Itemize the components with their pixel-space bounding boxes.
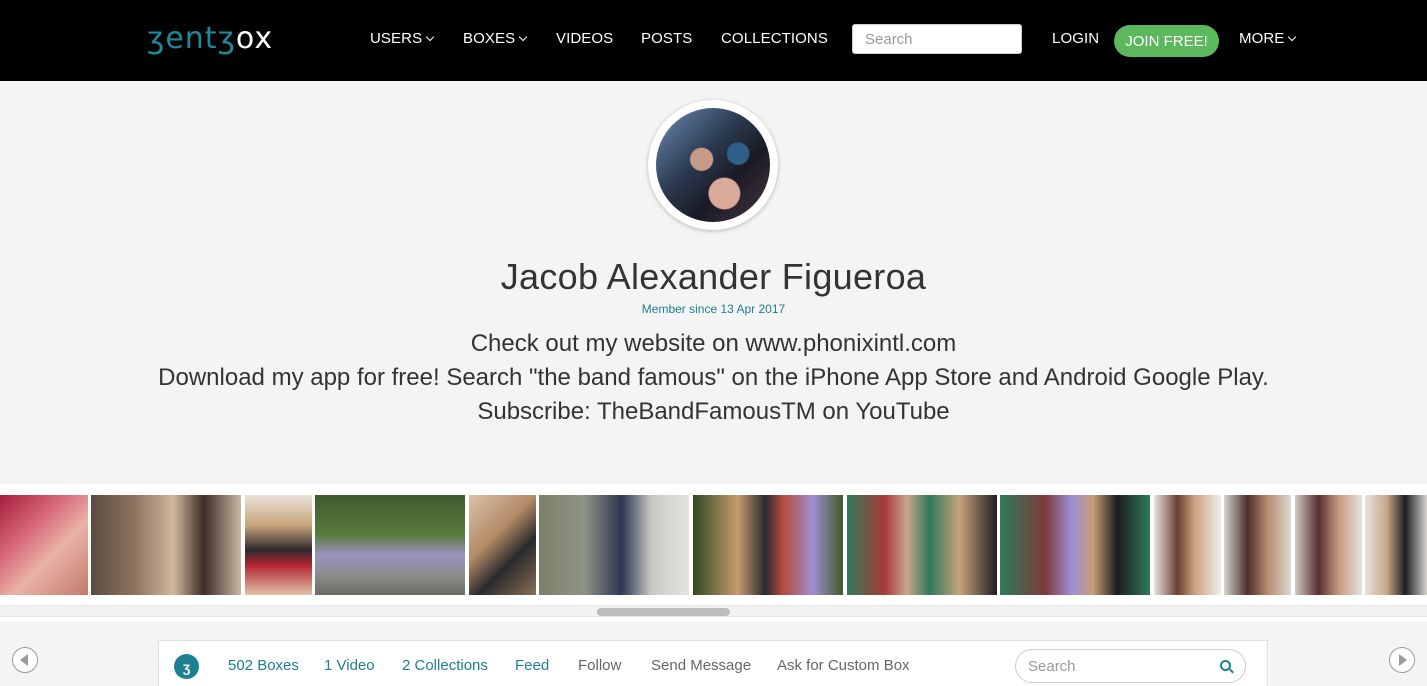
site-logo[interactable]: ʒentʒox <box>147 21 273 56</box>
arrow-left-glyph <box>20 654 28 666</box>
box-thumbnail[interactable] <box>693 495 843 595</box>
nav-boxes[interactable]: BOXES <box>463 30 528 47</box>
nav-posts-label: POSTS <box>641 30 693 47</box>
box-thumbnail[interactable] <box>1000 495 1150 595</box>
header-search-input[interactable]: Search <box>852 24 1022 54</box>
nav-users[interactable]: USERS <box>370 30 435 47</box>
member-since: Member since 13 Apr 2017 <box>641 302 786 316</box>
join-free-button[interactable]: JOIN FREE! <box>1114 25 1219 57</box>
boxes-count-link[interactable]: 502 Boxes <box>228 657 299 674</box>
nav-more-label: MORE <box>1239 30 1285 47</box>
nav-videos-label: VIDEOS <box>556 30 614 47</box>
nav-boxes-label: BOXES <box>463 30 516 47</box>
login-link[interactable]: LOGIN <box>1052 30 1099 47</box>
bio-line-1: Check out my website on www.phonixintl.c… <box>470 330 957 357</box>
nav-more[interactable]: MORE <box>1239 30 1297 47</box>
bentbox-icon[interactable]: ʒ <box>174 654 199 679</box>
box-thumbnail[interactable] <box>91 495 241 595</box>
chevron-down-icon <box>518 32 528 41</box>
login-label: LOGIN <box>1052 30 1100 47</box>
follow-button[interactable]: Follow <box>578 657 621 674</box>
search-icon[interactable] <box>1220 660 1231 671</box>
profile-search-placeholder: Search <box>1028 657 1076 675</box>
profile-search-input[interactable]: Search <box>1015 649 1246 683</box>
box-thumbnail[interactable] <box>245 495 312 595</box>
logo-part-3: ox <box>235 20 274 56</box>
box-thumbnail[interactable] <box>539 495 689 595</box>
strip-scrollbar-thumb[interactable] <box>597 608 730 616</box>
logo-part-2: ʒ <box>217 20 236 56</box>
box-thumbnail[interactable] <box>1154 495 1221 595</box>
logo-part-1: ʒent <box>147 20 218 56</box>
ask-custom-box-button[interactable]: Ask for Custom Box <box>777 657 910 674</box>
avatar-image <box>656 108 770 222</box>
box-thumbnail[interactable] <box>469 495 536 595</box>
nav-collections[interactable]: COLLECTIONS <box>721 30 828 47</box>
nav-posts[interactable]: POSTS <box>641 30 692 47</box>
box-thumbnail[interactable] <box>0 495 88 595</box>
bio-line-3: Subscribe: TheBandFamousTM on YouTube <box>477 398 950 425</box>
box-thumbnail[interactable] <box>1295 495 1362 595</box>
videos-count-link[interactable]: 1 Video <box>324 657 375 674</box>
next-arrow-icon[interactable] <box>1389 647 1415 673</box>
send-message-button[interactable]: Send Message <box>651 657 751 674</box>
top-navbar: ʒentʒox USERS BOXES VIDEOS POSTS COLLECT… <box>0 0 1427 81</box>
box-thumbnail[interactable] <box>847 495 997 595</box>
collections-count-link[interactable]: 2 Collections <box>402 657 488 674</box>
box-thumbnail[interactable] <box>1224 495 1291 595</box>
profile-avatar[interactable] <box>648 100 778 230</box>
thumbnail-strip <box>0 495 1427 595</box>
nav-users-label: USERS <box>370 30 423 47</box>
profile-name: Jacob Alexander Figueroa <box>500 256 927 297</box>
chevron-down-icon <box>425 32 435 41</box>
prev-arrow-icon[interactable] <box>12 647 38 673</box>
nav-videos[interactable]: VIDEOS <box>556 30 613 47</box>
box-thumbnail[interactable] <box>315 495 465 595</box>
chevron-down-icon <box>1288 32 1297 41</box>
arrow-right-glyph <box>1399 654 1407 666</box>
bio-line-2: Download my app for free! Search "the ba… <box>158 364 1269 391</box>
nav-collections-label: COLLECTIONS <box>721 30 828 47</box>
box-thumbnail[interactable] <box>1365 495 1427 595</box>
logo-text: ʒentʒox <box>147 21 273 56</box>
feed-link[interactable]: Feed <box>515 657 549 674</box>
